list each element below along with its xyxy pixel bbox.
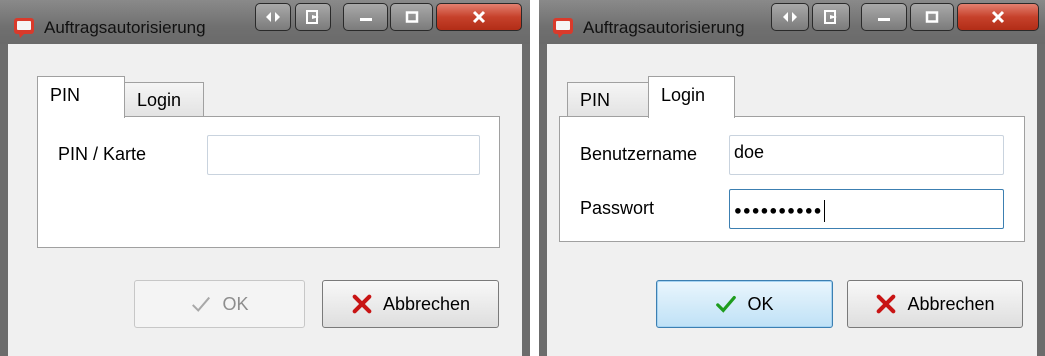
close-icon — [472, 10, 486, 24]
maximize-button[interactable] — [910, 3, 954, 31]
dialog-body: PIN Login Benutzername doe Passwort ●●●●… — [547, 44, 1037, 356]
ok-button-label: OK — [747, 293, 774, 314]
close-icon — [991, 10, 1005, 24]
username-label: Benutzername — [580, 144, 698, 164]
maximize-icon — [405, 11, 418, 23]
title-bar[interactable]: Auftragsautorisierung — [0, 0, 530, 44]
username-input[interactable]: doe — [729, 135, 1004, 175]
password-label: Passwort — [580, 198, 655, 218]
tab-pin[interactable]: PIN — [37, 76, 125, 118]
exit-button[interactable] — [812, 3, 850, 31]
tab-label: PIN — [580, 90, 611, 110]
maximize-icon — [925, 11, 939, 23]
dialog-body: PIN Login PIN / Karte OK Abbrechen — [8, 44, 522, 356]
dialog-pin: Auftragsautorisierung PIN Login PIN / Ka… — [0, 0, 530, 356]
window-title: Auftragsautorisierung — [583, 18, 745, 37]
pin-label: PIN / Karte — [58, 144, 147, 164]
tab-login[interactable]: Login — [648, 76, 735, 118]
password-input-value: ●●●●●●●●●● — [734, 202, 823, 218]
tab-pin[interactable]: PIN — [567, 82, 651, 116]
tab-label: PIN — [50, 85, 81, 105]
close-button[interactable] — [436, 3, 522, 31]
tab-label: Login — [661, 85, 706, 105]
checkmark-icon — [192, 296, 211, 312]
pin-input[interactable] — [207, 135, 480, 175]
move-button[interactable] — [771, 3, 809, 31]
minimize-icon — [359, 18, 372, 21]
ok-button[interactable]: OK — [656, 280, 833, 328]
title-bar[interactable]: Auftragsautorisierung — [539, 0, 1045, 44]
exit-icon — [824, 10, 837, 24]
tab-panel: Benutzername doe Passwort ●●●●●●●●●● — [559, 116, 1025, 242]
app-icon — [553, 18, 573, 38]
maximize-button[interactable] — [390, 3, 433, 31]
tab-panel: PIN / Karte — [37, 116, 500, 248]
ok-button-label: OK — [222, 293, 249, 314]
move-icon — [266, 12, 280, 22]
window-title: Auftragsautorisierung — [44, 18, 206, 37]
cancel-button-label: Abbrechen — [907, 293, 995, 314]
cancel-button[interactable]: Abbrechen — [847, 280, 1023, 328]
cancel-button-label: Abbrechen — [382, 293, 471, 314]
cross-icon — [877, 294, 896, 314]
minimize-icon — [878, 18, 890, 21]
minimize-button[interactable] — [343, 3, 388, 31]
cancel-button[interactable]: Abbrechen — [322, 280, 499, 328]
exit-icon — [306, 10, 319, 24]
username-input-value: doe — [734, 142, 765, 162]
move-icon — [783, 12, 797, 22]
ok-button[interactable]: OK — [134, 280, 305, 328]
move-button[interactable] — [255, 3, 291, 31]
password-input[interactable]: ●●●●●●●●●● — [729, 189, 1004, 229]
tab-login[interactable]: Login — [124, 82, 204, 116]
checkmark-icon — [716, 295, 737, 313]
dialog-login: Auftragsautorisierung PIN Login Benutzer… — [539, 0, 1045, 356]
cross-icon — [352, 294, 372, 314]
close-button[interactable] — [957, 3, 1039, 31]
minimize-button[interactable] — [861, 3, 907, 31]
exit-button[interactable] — [295, 3, 331, 31]
text-caret — [823, 200, 825, 222]
tab-label: Login — [137, 90, 182, 110]
app-icon — [14, 18, 34, 38]
